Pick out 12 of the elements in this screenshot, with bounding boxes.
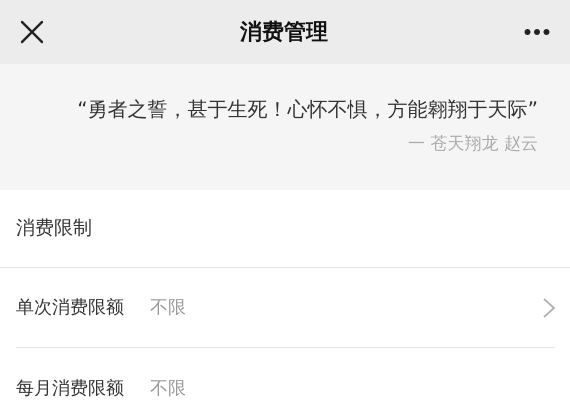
settings-row[interactable]: 每月消费限额 不限 xyxy=(16,348,555,414)
row-label: 单次消费限额 xyxy=(16,296,125,320)
quote-attribution: 一 苍天翔龙 赵云 xyxy=(408,133,538,156)
settings-row[interactable]: 单次消费限额 不限 xyxy=(16,268,555,348)
page-title: 消费管理 xyxy=(240,18,328,46)
row-value: 不限 xyxy=(150,296,187,320)
row-value: 不限 xyxy=(150,376,187,400)
quote-text: “勇者之誓，甚于生死！心怀不惧，方能翱翔于天际” xyxy=(77,96,538,123)
close-icon[interactable] xyxy=(20,20,44,44)
row-label: 每月消费限额 xyxy=(16,376,125,400)
section-title: 消费限制 xyxy=(16,216,92,242)
more-icon[interactable] xyxy=(524,28,550,36)
